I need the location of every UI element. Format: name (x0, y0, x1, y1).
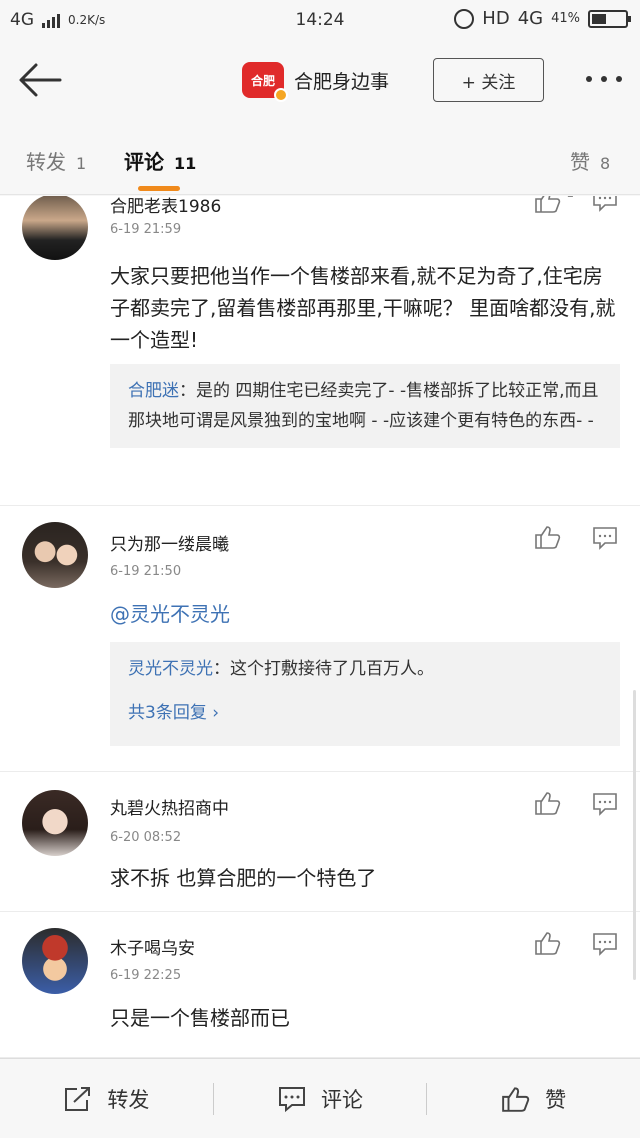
hd-label: HD (482, 8, 510, 29)
reply-icon[interactable] (592, 526, 618, 550)
sub-reply-username[interactable]: 灵光不灵光 (128, 659, 213, 679)
tab-likes[interactable]: 赞8 (570, 146, 610, 175)
comment-time: 6-19 21:59 (110, 222, 182, 237)
reply-icon[interactable] (592, 932, 618, 956)
comment-item: 丸碧火热招商中 6-20 08:52 求不拆 也算合肥的一个特色了 (0, 772, 640, 912)
account-info[interactable]: 合肥 合肥身边事 (242, 62, 390, 102)
reply-icon[interactable] (592, 792, 618, 816)
comment-icon (279, 1086, 305, 1112)
sub-reply-text: 这个打敷接待了几百万人。 (230, 659, 434, 679)
account-name: 合肥身边事 (294, 70, 390, 93)
like-count: 1 (566, 196, 574, 200)
thumbs-up-icon (502, 1086, 530, 1112)
scrollbar[interactable] (633, 690, 636, 980)
bottom-action-bar: 转发 评论 赞 (0, 1058, 640, 1138)
avatar[interactable] (22, 928, 88, 994)
network-right-label: 4G (517, 8, 544, 29)
comment-time: 6-19 22:25 (110, 968, 182, 983)
battery-percent: 41% (551, 11, 580, 26)
comment-time: 6-19 21:50 (110, 564, 182, 579)
like-icon[interactable] (534, 196, 562, 214)
like-button[interactable]: 赞 (427, 1079, 640, 1119)
comment-username[interactable]: 合肥老表1986 (110, 196, 221, 217)
comment-time: 6-20 08:52 (110, 830, 182, 845)
app-header: 合肥 合肥身边事 + 关注 (0, 40, 640, 120)
follow-button[interactable]: + 关注 (433, 58, 544, 102)
more-replies-link[interactable]: 共3条回复 › (128, 698, 602, 728)
battery-icon (588, 9, 631, 28)
repost-button[interactable]: 转发 (0, 1079, 213, 1119)
comment-item: 木子喝乌安 6-19 22:25 只是一个售楼部而已 (0, 912, 640, 1058)
reply-icon[interactable] (592, 196, 618, 212)
avatar[interactable] (22, 790, 88, 856)
comment-text: 求不拆 也算合肥的一个特色了 (110, 866, 377, 890)
comment-username[interactable]: 只为那一缕晨曦 (110, 530, 229, 555)
like-label: 赞 (545, 1087, 567, 1112)
comment-button[interactable]: 评论 (214, 1079, 427, 1119)
status-bar: 4G 0.2K/s 14:24 HD 4G 41% (0, 0, 640, 40)
like-icon[interactable] (534, 930, 562, 956)
more-dots-icon[interactable] (586, 76, 622, 82)
sub-reply-username[interactable]: 合肥迷 (128, 381, 179, 401)
avatar[interactable] (22, 522, 88, 588)
tab-comments[interactable]: 评论 11 (124, 146, 196, 175)
avatar[interactable] (22, 196, 88, 260)
account-logo: 合肥 (242, 62, 288, 102)
comment-username[interactable]: 丸碧火热招商中 (110, 794, 229, 819)
verified-badge-icon (274, 88, 288, 102)
comment-item: 只为那一缕晨曦 6-19 21:50 @灵光不灵光 灵光不灵光：这个打敷接待了几… (0, 506, 640, 772)
like-icon[interactable] (534, 524, 562, 550)
sub-reply-text: 是的 四期住宅已经卖完了- -售楼部拆了比较正常,而且那块地可谓是风景独到的宝地… (128, 381, 599, 431)
comment-item: 合肥老表1986 6-19 21:59 1 大家只要把他当作一个售楼部来看,就不… (0, 196, 640, 506)
back-arrow-icon[interactable] (18, 62, 62, 98)
tab-repost[interactable]: 转发 1 (26, 146, 86, 175)
repost-icon (65, 1086, 91, 1111)
tab-bar: 转发 1 评论 11 赞8 (0, 120, 640, 195)
like-icon[interactable] (534, 790, 562, 816)
comment-text: 只是一个售楼部而已 (110, 1006, 290, 1030)
sub-reply-box[interactable]: 合肥迷：是的 四期住宅已经卖完了- -售楼部拆了比较正常,而且那块地可谓是风景独… (110, 364, 620, 448)
comment-label: 评论 (321, 1087, 363, 1112)
sub-reply-box[interactable]: 灵光不灵光：这个打敷接待了几百万人。 共3条回复 › (110, 642, 620, 746)
status-right: HD 4G 41% (454, 8, 631, 29)
repost-label: 转发 (107, 1087, 150, 1112)
comment-username[interactable]: 木子喝乌安 (110, 934, 195, 959)
alarm-icon (454, 8, 475, 29)
comment-mention[interactable]: @灵光不灵光 (110, 598, 230, 627)
comment-list[interactable]: 合肥老表1986 6-19 21:59 1 大家只要把他当作一个售楼部来看,就不… (0, 196, 640, 1058)
tab-indicator (138, 186, 180, 191)
comment-text: 大家只要把他当作一个售楼部来看,就不足为奇了,住宅房子都卖完了,留着售楼部再那里… (110, 264, 616, 352)
